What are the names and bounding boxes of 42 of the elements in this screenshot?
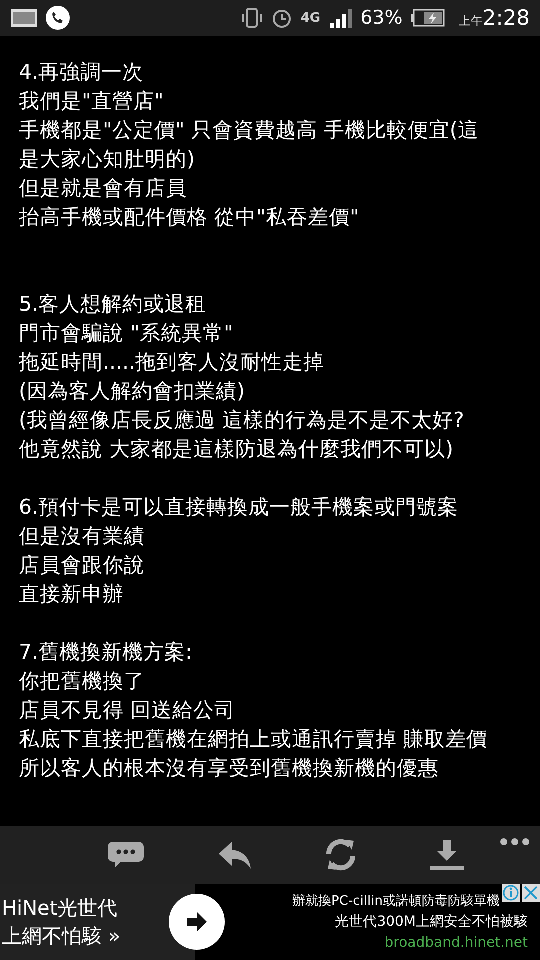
post-text-line: 7.舊機換新機方案: (19, 639, 194, 666)
ad-text: 辦就換PC-cillin或諾頓防毒防駭單機 (292, 892, 500, 910)
post-text-line: 手機都是"公定價" 只會資費越高 手機比較便宜(這 (19, 117, 480, 144)
post-text-line: 你把舊機換了 (19, 668, 146, 695)
post-text-line: 店員會跟你說 (19, 552, 146, 579)
download-icon[interactable] (430, 839, 464, 871)
post-text-line: 6.預付卡是可以直接轉換成一般手機案或門號案 (19, 494, 460, 521)
post-text-line: 但是就是會有店員 (19, 175, 188, 202)
post-text-line: 店員不見得 回送給公司 (19, 697, 237, 724)
vibrate-icon (240, 7, 263, 29)
reply-icon[interactable] (218, 840, 252, 870)
post-text-line: 是大家心知肚明的) (19, 146, 196, 173)
post-text-line: 私底下直接把舊機在網拍上或通訊行賣掉 賺取差價 (19, 726, 489, 753)
image-icon (10, 8, 38, 28)
refresh-icon[interactable] (324, 838, 356, 872)
comment-icon[interactable] (106, 840, 144, 870)
clock-time: 2:28 (482, 6, 530, 30)
post-text-line: 4.再強調一次 (19, 59, 145, 86)
post-text-line: 直接新申辦 (19, 581, 125, 608)
time-period: 上午 (458, 13, 483, 30)
post-text-line: 但是沒有業績 (19, 523, 146, 550)
signal-icon (328, 7, 353, 29)
post-text-line: (我曾經像店長反應過 這樣的行為是不是不太好? (19, 407, 466, 434)
phone-icon (46, 6, 70, 30)
post-text-line: 所以客人的根本沒有享受到舊機換新機的優惠 (19, 755, 440, 782)
battery-percent: 63% (360, 7, 403, 29)
post-text-line: (因為客人解約會扣業績) (19, 378, 246, 405)
post-text-line: 門市會騙說 "系統異常" (19, 320, 234, 347)
post-text-line: 拖延時間.....拖到客人沒耐性走掉 (19, 349, 326, 376)
ad-text: 光世代300M上網安全不怕被駭 (334, 912, 528, 932)
ad-url[interactable]: broadband.hinet.net (225, 932, 528, 954)
ad-headline: HiNet光世代 (2, 895, 119, 922)
post-text-line: 抬高手機或配件價格 從中"私吞差價" (19, 204, 360, 231)
more-icon[interactable] (500, 838, 530, 846)
arrow-button-icon[interactable] (169, 894, 225, 950)
post-text-line: 我們是"直營店" (19, 88, 165, 115)
battery-charging-icon (410, 9, 445, 27)
ad-headline: 上網不怕駭 » (2, 923, 122, 950)
post-text-line: 他竟然說 大家都是這樣防退為什麼我們不可以) (19, 436, 455, 463)
ad-banner[interactable]: HiNet光世代 上網不怕駭 » 辦就換PC-cillin或諾頓防毒防駭單機 光世代300M上網安全不怕被駭 broadband.hinet.net (0, 884, 540, 960)
post-text-line: 5.客人想解約或退租 (19, 291, 208, 318)
network-type: 4G (300, 10, 321, 26)
